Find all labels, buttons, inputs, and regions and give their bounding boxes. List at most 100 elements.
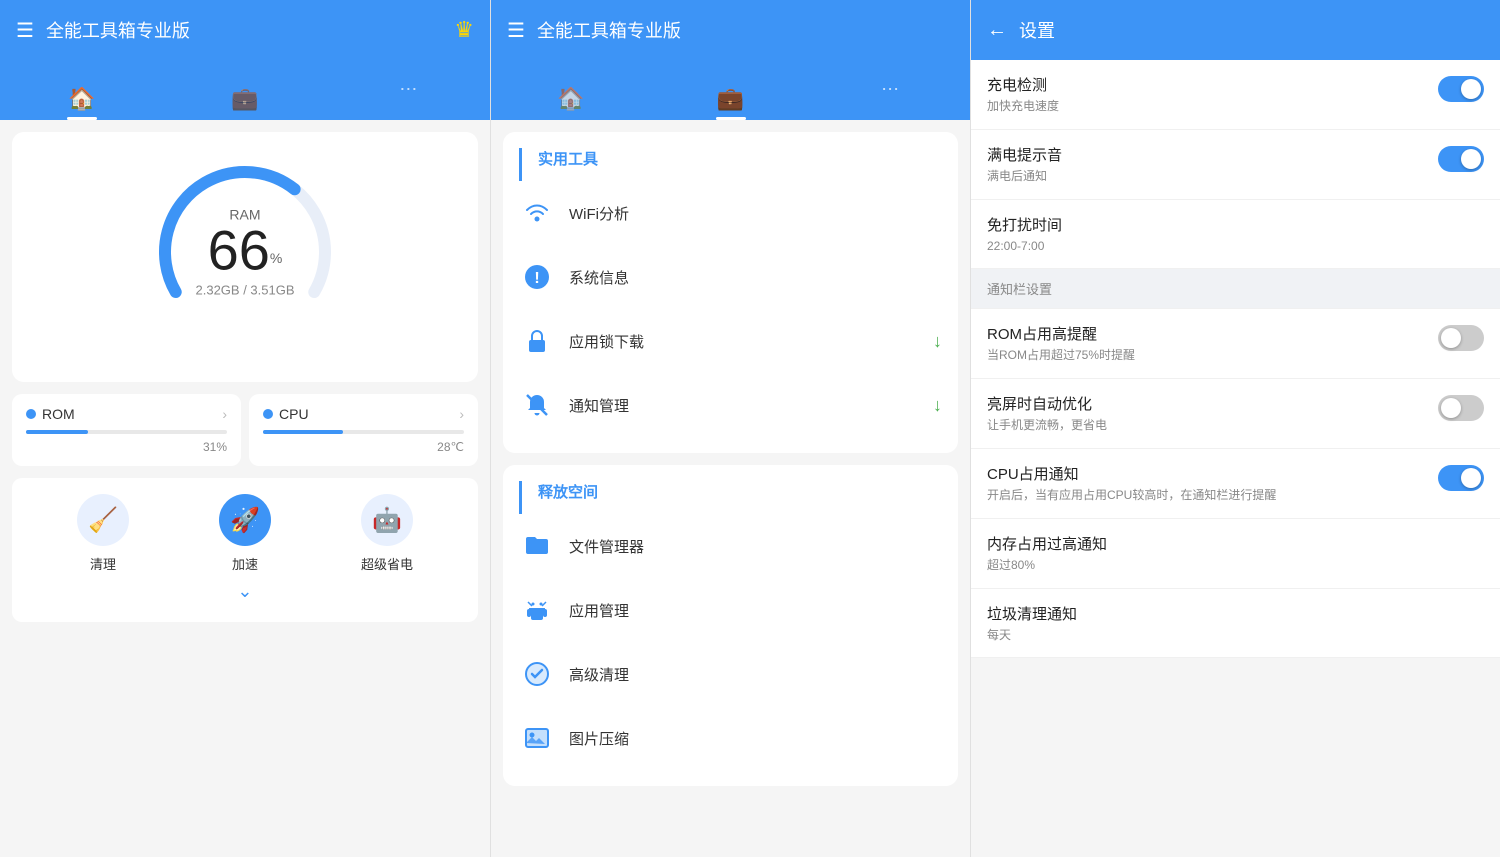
mem-notify-desc: 超过80% — [987, 557, 1484, 574]
crown-icon[interactable]: ♛ — [454, 17, 474, 43]
clean-notify-name: 垃圾清理通知 — [987, 603, 1484, 624]
menu-icon[interactable]: ☰ — [16, 18, 34, 43]
screen-optimize-name: 亮屏时自动优化 — [987, 393, 1426, 414]
notification-section-header: 通知栏设置 — [971, 269, 1500, 309]
cpu-notify-track — [1438, 465, 1484, 491]
app-title-2: 全能工具箱专业版 — [537, 17, 954, 43]
tab-tools[interactable]: 💼 — [163, 86, 326, 120]
rom-alert-desc: 当ROM占用超过75%时提醒 — [987, 347, 1426, 364]
notification-section-label: 通知栏设置 — [987, 279, 1052, 298]
clean-button[interactable]: 🧹 清理 — [77, 494, 129, 606]
tab-tools-2[interactable]: 💼 — [651, 86, 811, 120]
app-manager-item[interactable]: 应用管理 — [503, 578, 958, 642]
tabbar-panel1: 🏠 💼 ⋯ — [0, 60, 490, 120]
mem-notify-item[interactable]: 内存占用过高通知 超过80% — [971, 519, 1500, 589]
powersave-button[interactable]: 🤖 超级省电 — [361, 494, 413, 606]
file-manager-item[interactable]: 文件管理器 — [503, 514, 958, 578]
panel-tools: ☰ 全能工具箱专业版 🏠 💼 ⋯ 实用工具 — [490, 0, 970, 857]
tab-indicator — [67, 117, 97, 120]
charge-detect-desc: 加快充电速度 — [987, 98, 1426, 115]
cpu-value: 28℃ — [263, 440, 464, 454]
free-space-title: 释放空间 — [519, 481, 958, 514]
dnd-desc: 22:00-7:00 — [987, 238, 1484, 255]
cpu-notify-info: CPU占用通知 开启后，当有应用占用CPU较高时，在通知栏进行提醒 — [987, 463, 1426, 504]
screen-optimize-item[interactable]: 亮屏时自动优化 让手机更流畅，更省电 — [971, 379, 1500, 449]
cpu-bar-fill — [263, 430, 343, 434]
rom-alert-item[interactable]: ROM占用高提醒 当ROM占用超过75%时提醒 — [971, 309, 1500, 379]
charge-detect-thumb — [1461, 79, 1481, 99]
stats-row: ROM › 31% CPU › — [12, 394, 478, 466]
home-icon: 🏠 — [68, 86, 95, 112]
rom-alert-info: ROM占用高提醒 当ROM占用超过75%时提醒 — [987, 323, 1426, 364]
clean-notify-item[interactable]: 垃圾清理通知 每天 — [971, 589, 1500, 659]
system-info-item[interactable]: ! 系统信息 — [503, 245, 958, 309]
rom-stat-header: ROM › — [26, 406, 227, 422]
charge-detect-info: 充电检测 加快充电速度 — [987, 74, 1426, 115]
wifi-analysis-label: WiFi分析 — [569, 203, 942, 224]
rom-bar-bg — [26, 430, 227, 434]
rom-dot — [26, 409, 36, 419]
cpu-bar-bg — [263, 430, 464, 434]
file-manager-label: 文件管理器 — [569, 536, 942, 557]
rom-name-row: ROM — [26, 406, 75, 422]
charge-detect-item[interactable]: 充电检测 加快充电速度 — [971, 60, 1500, 130]
back-button[interactable]: ← — [987, 19, 1007, 42]
tab-more[interactable]: ⋯ — [327, 79, 490, 120]
lock-icon — [519, 323, 555, 359]
advanced-clean-label: 高级清理 — [569, 664, 942, 685]
cpu-notify-toggle[interactable] — [1438, 465, 1484, 491]
full-charge-thumb — [1461, 149, 1481, 169]
wifi-icon — [519, 195, 555, 231]
tab-more-2[interactable]: ⋯ — [810, 79, 970, 120]
app-lock-item[interactable]: 应用锁下载 ↓ — [503, 309, 958, 373]
full-charge-name: 满电提示音 — [987, 144, 1426, 165]
app-manager-label: 应用管理 — [569, 600, 942, 621]
folder-icon — [519, 528, 555, 564]
full-charge-toggle[interactable] — [1438, 146, 1484, 172]
image-compress-item[interactable]: 图片压缩 — [503, 706, 958, 770]
screen-optimize-thumb — [1441, 398, 1461, 418]
rom-stat-card[interactable]: ROM › 31% — [12, 394, 241, 466]
tab-indicator-2 — [716, 117, 746, 120]
mem-notify-info: 内存占用过高通知 超过80% — [987, 533, 1484, 574]
practical-tools-section: 实用工具 WiFi分析 ! 系统信 — [503, 132, 958, 453]
boost-button[interactable]: 🚀 加速 ⌄ — [219, 494, 271, 606]
notification-item[interactable]: 通知管理 ↓ — [503, 373, 958, 437]
notification-download-icon: ↓ — [933, 395, 942, 416]
powersave-icon-bg: 🤖 — [361, 494, 413, 546]
app-title-1: 全能工具箱专业版 — [46, 17, 454, 43]
header-panel2: ☰ 全能工具箱专业版 — [491, 0, 970, 60]
rom-alert-toggle[interactable] — [1438, 325, 1484, 351]
menu-icon-2[interactable]: ☰ — [507, 18, 525, 43]
wifi-analysis-item[interactable]: WiFi分析 — [503, 181, 958, 245]
cpu-stat-card[interactable]: CPU › 28℃ — [249, 394, 478, 466]
free-space-section: 释放空间 文件管理器 — [503, 465, 958, 786]
screen-optimize-toggle[interactable] — [1438, 395, 1484, 421]
screen-optimize-info: 亮屏时自动优化 让手机更流畅，更省电 — [987, 393, 1426, 434]
image-compress-label: 图片压缩 — [569, 728, 942, 749]
tab-home[interactable]: 🏠 — [0, 86, 163, 120]
app-lock-download-icon: ↓ — [933, 331, 942, 352]
rom-value: 31% — [26, 440, 227, 454]
advanced-clean-icon — [519, 656, 555, 692]
notification-label: 通知管理 — [569, 395, 933, 416]
home-icon-2: 🏠 — [557, 86, 584, 112]
action-row: 🧹 清理 🚀 加速 ⌄ 🤖 超级省电 — [12, 478, 478, 622]
clean-label: 清理 — [90, 554, 116, 573]
full-charge-track — [1438, 146, 1484, 172]
cpu-notify-desc: 开启后，当有应用占用CPU较高时，在通知栏进行提醒 — [987, 487, 1426, 504]
dnd-item[interactable]: 免打扰时间 22:00-7:00 — [971, 200, 1500, 270]
panel1-content: RAM 66% 2.32GB / 3.51GB ROM › — [0, 120, 490, 857]
full-charge-sound-item[interactable]: 满电提示音 满电后通知 — [971, 130, 1500, 200]
settings-list: 充电检测 加快充电速度 满电提示音 满电后通知 — [971, 60, 1500, 857]
boost-icon-bg: 🚀 — [219, 494, 271, 546]
cpu-notify-item[interactable]: CPU占用通知 开启后，当有应用占用CPU较高时，在通知栏进行提醒 — [971, 449, 1500, 519]
charge-detect-toggle[interactable] — [1438, 76, 1484, 102]
rom-alert-thumb — [1441, 328, 1461, 348]
panel-home: ☰ 全能工具箱专业版 ♛ 🏠 💼 ⋯ — [0, 0, 490, 857]
tab-home-2[interactable]: 🏠 — [491, 86, 651, 120]
gauge-center: RAM 66% 2.32GB / 3.51GB — [195, 207, 294, 298]
advanced-clean-item[interactable]: 高级清理 — [503, 642, 958, 706]
android-icon — [519, 592, 555, 628]
more-dots-icon: ⋯ — [399, 79, 417, 112]
